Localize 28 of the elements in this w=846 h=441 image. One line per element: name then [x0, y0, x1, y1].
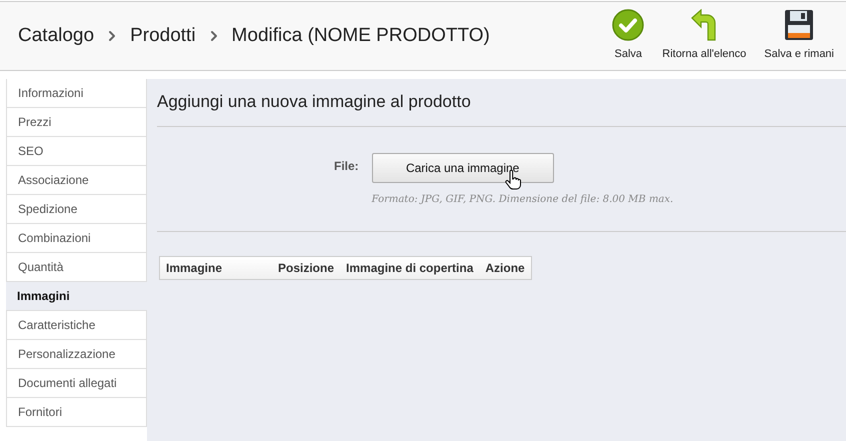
- column-header: Posizione: [277, 260, 336, 276]
- sidebar-tab[interactable]: Prezzi: [6, 108, 147, 137]
- toolbar-button[interactable]: Salva: [610, 9, 646, 63]
- sidebar-tab[interactable]: Fornitori: [6, 398, 147, 427]
- return-arrow-icon: [690, 9, 718, 42]
- sidebar-tab[interactable]: Immagini: [6, 282, 147, 311]
- sidebar-tab[interactable]: Associazione: [6, 166, 147, 195]
- column-header: Immagine di copertina: [345, 260, 474, 276]
- check-icon: [612, 9, 644, 42]
- column-header: Immagine: [165, 260, 224, 276]
- breadcrumb-item: Modifica (NOME PRODOTTO): [232, 24, 490, 48]
- breadcrumb-item[interactable]: Catalogo: [18, 22, 94, 50]
- panel-title: Aggiungi una nuova immagine al prodotto: [157, 91, 472, 113]
- sidebar-tab[interactable]: Spedizione: [6, 195, 147, 224]
- toolbar-button[interactable]: Ritorna all'elenco: [660, 9, 748, 63]
- breadcrumb-item[interactable]: Prodotti: [130, 22, 196, 50]
- format-hint: Formato: JPG, GIF, PNG. Dimensione del file: 8.00 MB max.: [372, 192, 674, 206]
- toolbar-button[interactable]: Salva e rimani: [762, 9, 836, 63]
- sidebar-tab[interactable]: Informazioni: [6, 79, 147, 108]
- sidebar-tab[interactable]: Quantità: [6, 253, 147, 282]
- upload-button[interactable]: Carica una immagine: [372, 152, 554, 182]
- sidebar-tab[interactable]: Combinazioni: [6, 224, 147, 253]
- column-header: Azione: [484, 260, 526, 276]
- field-label: File:: [334, 158, 359, 174]
- sidebar-tab[interactable]: Caratteristiche: [6, 311, 147, 340]
- sidebar-tab[interactable]: SEO: [6, 137, 147, 166]
- sidebar-tab[interactable]: Documenti allegati: [6, 369, 147, 398]
- sidebar-tab[interactable]: Personalizzazione: [6, 340, 147, 369]
